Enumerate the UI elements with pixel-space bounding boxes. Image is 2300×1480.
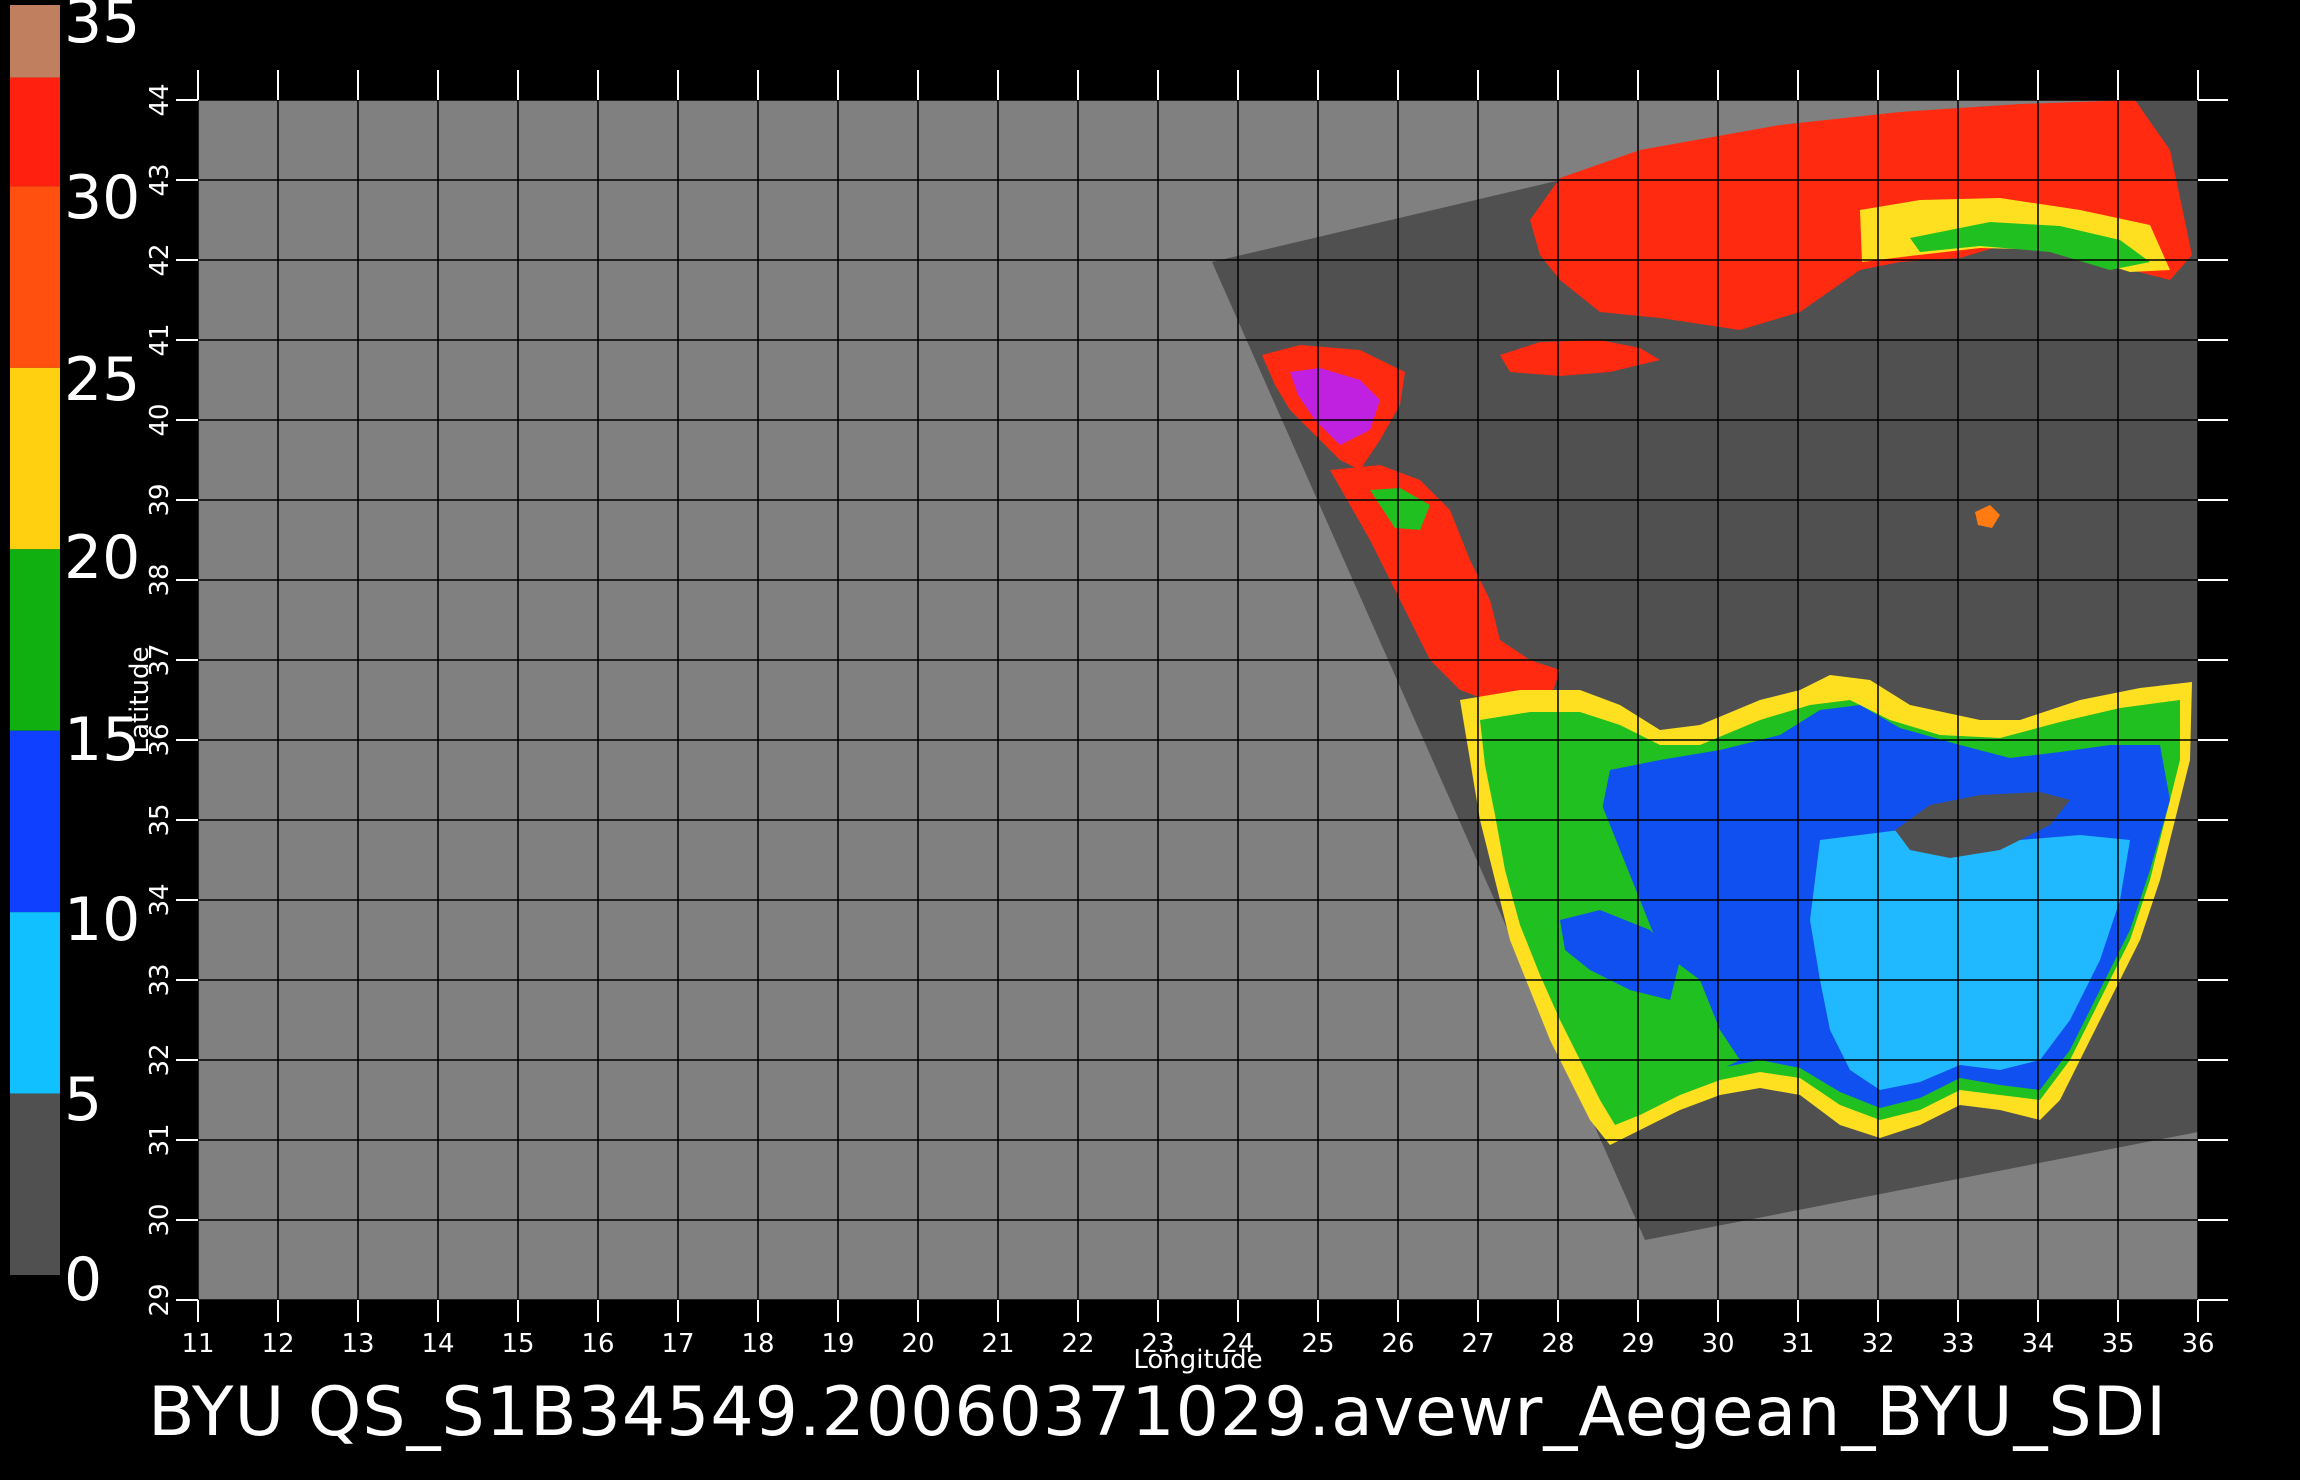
latitude-tick-label: 31 bbox=[145, 1123, 175, 1156]
longitude-tick-label: 19 bbox=[821, 1329, 854, 1359]
longitude-tick-label: 14 bbox=[421, 1329, 454, 1359]
colorbar-segment bbox=[10, 77, 60, 187]
longitude-tick-label: 20 bbox=[901, 1329, 934, 1359]
longitude-tick-label: 12 bbox=[261, 1329, 294, 1359]
longitude-tick-label: 28 bbox=[1541, 1329, 1574, 1359]
longitude-tick-label: 27 bbox=[1461, 1329, 1494, 1359]
longitude-tick-label: 21 bbox=[981, 1329, 1014, 1359]
wind-speed-map-figure: 35 30 25 20 15 10 5 0 11 12 13 14 15 16 … bbox=[10, 0, 2228, 1452]
latitude-tick-label: 29 bbox=[145, 1283, 175, 1316]
colorbar-label-10: 10 bbox=[64, 885, 140, 955]
colorbar-segment bbox=[10, 1093, 60, 1275]
latitude-tick-label: 42 bbox=[145, 243, 175, 276]
longitude-tick-label: 36 bbox=[2181, 1329, 2214, 1359]
latitude-tick-label: 35 bbox=[145, 803, 175, 836]
latitude-tick-label: 34 bbox=[145, 883, 175, 916]
longitude-tick-label: 18 bbox=[741, 1329, 774, 1359]
colorbar-segment bbox=[10, 549, 60, 731]
longitude-tick-label: 35 bbox=[2101, 1329, 2134, 1359]
longitude-tick-label: 31 bbox=[1781, 1329, 1814, 1359]
longitude-tick-label: 29 bbox=[1621, 1329, 1654, 1359]
colorbar-segment bbox=[10, 186, 60, 368]
colorbar: 35 30 25 20 15 10 5 0 bbox=[10, 0, 140, 1315]
colorbar-label-0: 0 bbox=[64, 1245, 102, 1315]
longitude-tick-label: 26 bbox=[1381, 1329, 1414, 1359]
latitude-tick-label: 33 bbox=[145, 963, 175, 996]
colorbar-label-35: 35 bbox=[64, 0, 140, 57]
y-axis-title: Latitude bbox=[125, 646, 155, 753]
x-axis-title: Longitude bbox=[1133, 1345, 1262, 1375]
map-plot bbox=[197, 99, 2199, 1301]
latitude-tick-label: 32 bbox=[145, 1043, 175, 1076]
longitude-tick-label: 32 bbox=[1861, 1329, 1894, 1359]
colorbar-segment bbox=[10, 912, 60, 1094]
figure-caption: BYU QS_S1B34549.20060371029.avewr_Aegean… bbox=[148, 1373, 2167, 1452]
longitude-tick-label: 17 bbox=[661, 1329, 694, 1359]
longitude-tick-label: 16 bbox=[581, 1329, 614, 1359]
colorbar-segment bbox=[10, 367, 60, 550]
colorbar-label-30: 30 bbox=[64, 163, 140, 233]
longitude-tick-label: 22 bbox=[1061, 1329, 1094, 1359]
longitude-tick-label: 13 bbox=[341, 1329, 374, 1359]
latitude-tick-label: 43 bbox=[145, 163, 175, 196]
longitude-tick-label: 15 bbox=[501, 1329, 534, 1359]
longitude-tick-label: 34 bbox=[2021, 1329, 2054, 1359]
longitude-tick-label: 33 bbox=[1941, 1329, 1974, 1359]
latitude-tick-label: 30 bbox=[145, 1203, 175, 1236]
colorbar-segment bbox=[10, 5, 60, 78]
colorbar-label-5: 5 bbox=[64, 1065, 102, 1135]
colorbar-label-25: 25 bbox=[64, 345, 140, 415]
longitude-tick-label: 30 bbox=[1701, 1329, 1734, 1359]
longitude-tick-label: 11 bbox=[181, 1329, 214, 1359]
latitude-tick-label: 41 bbox=[145, 323, 175, 356]
colorbar-segments bbox=[10, 5, 60, 1275]
longitude-tick-label: 25 bbox=[1301, 1329, 1334, 1359]
latitude-tick-label: 44 bbox=[145, 83, 175, 116]
latitude-tick-label: 38 bbox=[145, 563, 175, 596]
colorbar-label-20: 20 bbox=[64, 523, 140, 593]
latitude-tick-label: 39 bbox=[145, 483, 175, 516]
colorbar-segment bbox=[10, 730, 60, 913]
latitude-tick-label: 40 bbox=[145, 403, 175, 436]
